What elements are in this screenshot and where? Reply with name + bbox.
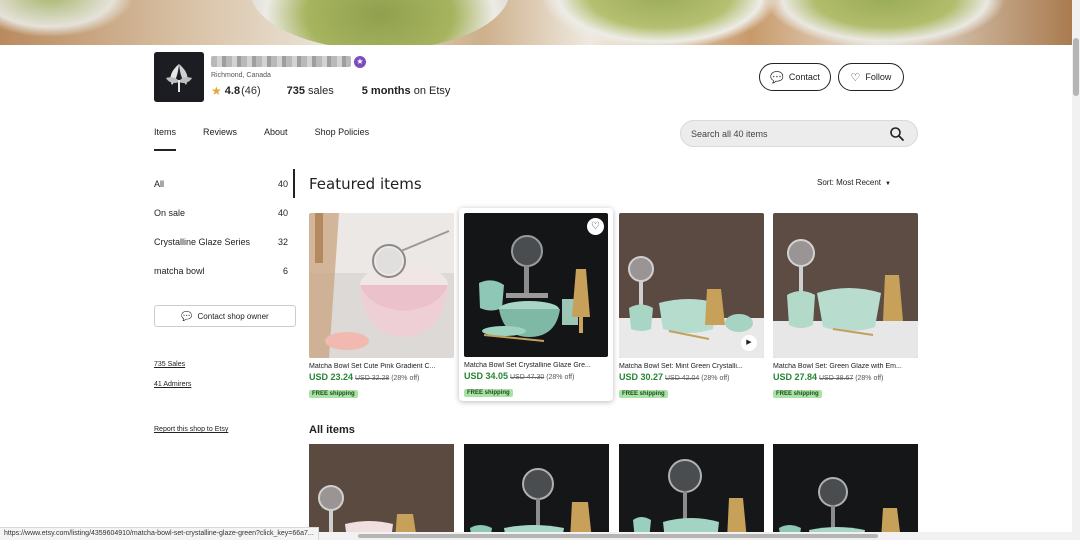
category-count: 40 (277, 179, 288, 189)
shop-location: Richmond, Canada (211, 72, 271, 79)
product-image[interactable]: ▶ (619, 213, 764, 358)
search-placeholder: Search all 40 items (691, 129, 768, 139)
chat-icon: 💬 (181, 310, 193, 321)
product-image[interactable] (309, 444, 454, 540)
sidebar-item-matcha-bowl[interactable]: matcha bowl 6 (154, 266, 288, 276)
price-row: USD 30.27 USD 42.04 (28% off) (619, 372, 764, 382)
vertical-scroll-thumb[interactable] (1073, 38, 1079, 96)
featured-item-card[interactable]: Matcha Bowl Set Cute Pink Gradient C... … (309, 213, 454, 400)
free-shipping-badge: FREE shipping (309, 390, 358, 398)
follow-button[interactable]: ♡ Follow (838, 63, 904, 91)
price-row: USD 34.05 USD 47.30 (28% off) (464, 371, 608, 381)
contact-button[interactable]: 💬 Contact (759, 63, 831, 91)
months-value: 5 months (361, 85, 411, 97)
contact-owner-label: Contact shop owner (197, 311, 269, 321)
sort-dropdown[interactable]: Sort: Most Recent ▼ (817, 178, 891, 187)
report-shop-link[interactable]: Report this shop to Etsy (154, 426, 228, 433)
product-title[interactable]: Matcha Bowl Set Crystalline Glaze Gre... (464, 362, 608, 369)
play-video-icon[interactable]: ▶ (741, 335, 757, 351)
tab-reviews[interactable]: Reviews (203, 127, 237, 151)
category-label: All (154, 179, 165, 189)
featured-item-card[interactable]: ♡ Matcha Bowl Set Crystalline Glaze Gre.… (459, 208, 613, 401)
category-count: 6 (282, 266, 288, 276)
tab-items[interactable]: Items (154, 127, 177, 151)
contact-button-label: Contact (788, 72, 820, 82)
shop-name-blurred (211, 56, 351, 67)
tab-about[interactable]: About (264, 127, 288, 151)
discount: (28% off) (855, 375, 884, 382)
shop-logo[interactable] (154, 52, 204, 102)
sidebar-item-all[interactable]: All 40 (154, 179, 288, 189)
months-suffix: on Etsy (413, 85, 451, 97)
sales-link[interactable]: 735 Sales (154, 361, 185, 368)
price-row: USD 27.84 USD 38.67 (28% off) (773, 372, 918, 382)
shop-tabs: Items Reviews About Shop Policies (154, 127, 396, 151)
discount: (28% off) (546, 374, 575, 381)
category-label: On sale (154, 208, 186, 218)
product-image[interactable]: ♡ (464, 213, 608, 357)
admirers-link[interactable]: 41 Admirers (154, 381, 191, 388)
caret-down-icon: ▼ (885, 181, 891, 187)
chat-icon: 💬 (770, 71, 784, 84)
free-shipping-badge: FREE shipping (619, 390, 668, 398)
horizontal-scroll-thumb[interactable] (358, 534, 878, 538)
featured-items-heading: Featured items (309, 175, 422, 193)
product-title[interactable]: Matcha Bowl Set: Mint Green Crystalli... (619, 363, 764, 370)
all-items-heading: All items (309, 424, 355, 436)
original-price: USD 42.04 (664, 375, 700, 382)
sale-price: USD 30.27 (619, 372, 664, 382)
product-image[interactable] (309, 213, 454, 358)
category-count: 32 (277, 237, 288, 247)
featured-item-card[interactable]: ▶ Matcha Bowl Set: Mint Green Crystalli.… (619, 213, 764, 400)
category-count: 40 (277, 208, 288, 218)
contact-shop-owner-button[interactable]: 💬 Contact shop owner (154, 305, 296, 327)
tab-shop-policies[interactable]: Shop Policies (315, 127, 370, 151)
search-icon[interactable] (889, 126, 905, 142)
sales-count: 735 (286, 85, 305, 97)
shop-rating: 4.8 (224, 85, 241, 97)
shop-age: 5 months on Etsy (362, 85, 451, 97)
price-row: USD 23.24 USD 32.28 (28% off) (309, 372, 454, 382)
active-category-indicator (293, 169, 295, 198)
heart-icon: ♡ (850, 71, 861, 84)
vertical-scrollbar[interactable] (1072, 0, 1080, 540)
sidebar-item-crystalline-glaze[interactable]: Crystalline Glaze Series 32 (154, 237, 288, 247)
favorite-heart-icon[interactable]: ♡ (587, 218, 604, 235)
shop-banner-image (0, 0, 1072, 45)
follow-button-label: Follow (865, 72, 892, 82)
sort-label: Sort: Most Recent (817, 178, 882, 187)
original-price: USD 32.28 (354, 375, 390, 382)
product-image[interactable] (773, 213, 918, 358)
shop-stats: ★ 4.8 (46) 735 sales 5 months on Etsy (211, 84, 450, 98)
sales-label: sales (308, 85, 334, 97)
star-seller-badge-icon: ★ (354, 56, 366, 68)
free-shipping-badge: FREE shipping (464, 389, 513, 397)
product-image[interactable] (619, 444, 764, 540)
etsy-shop-page: ★ Richmond, Canada ★ 4.8 (46) 735 sales … (0, 0, 1080, 540)
product-image[interactable] (773, 444, 918, 540)
featured-item-card[interactable]: Matcha Bowl Set: Green Glaze with Em... … (773, 213, 918, 400)
free-shipping-badge: FREE shipping (773, 390, 822, 398)
sale-price: USD 27.84 (773, 372, 818, 382)
category-label: matcha bowl (154, 266, 205, 276)
shop-sales: 735 sales (287, 85, 334, 97)
original-price: USD 38.67 (818, 375, 854, 382)
sidebar-item-on-sale[interactable]: On sale 40 (154, 208, 288, 218)
product-image[interactable] (464, 444, 609, 540)
category-label: Crystalline Glaze Series (154, 237, 251, 247)
product-title[interactable]: Matcha Bowl Set: Green Glaze with Em... (773, 363, 918, 370)
product-title[interactable]: Matcha Bowl Set Cute Pink Gradient C... (309, 363, 454, 370)
discount: (28% off) (701, 375, 730, 382)
original-price: USD 47.30 (509, 374, 545, 381)
browser-status-url: https://www.etsy.com/listing/4359604910/… (0, 527, 319, 540)
shop-search-input[interactable]: Search all 40 items (680, 120, 918, 147)
sale-price: USD 23.24 (309, 372, 354, 382)
star-icon: ★ (211, 84, 222, 98)
shop-rating-count: (46) (241, 85, 261, 97)
discount: (28% off) (391, 375, 420, 382)
sale-price: USD 34.05 (464, 371, 509, 381)
